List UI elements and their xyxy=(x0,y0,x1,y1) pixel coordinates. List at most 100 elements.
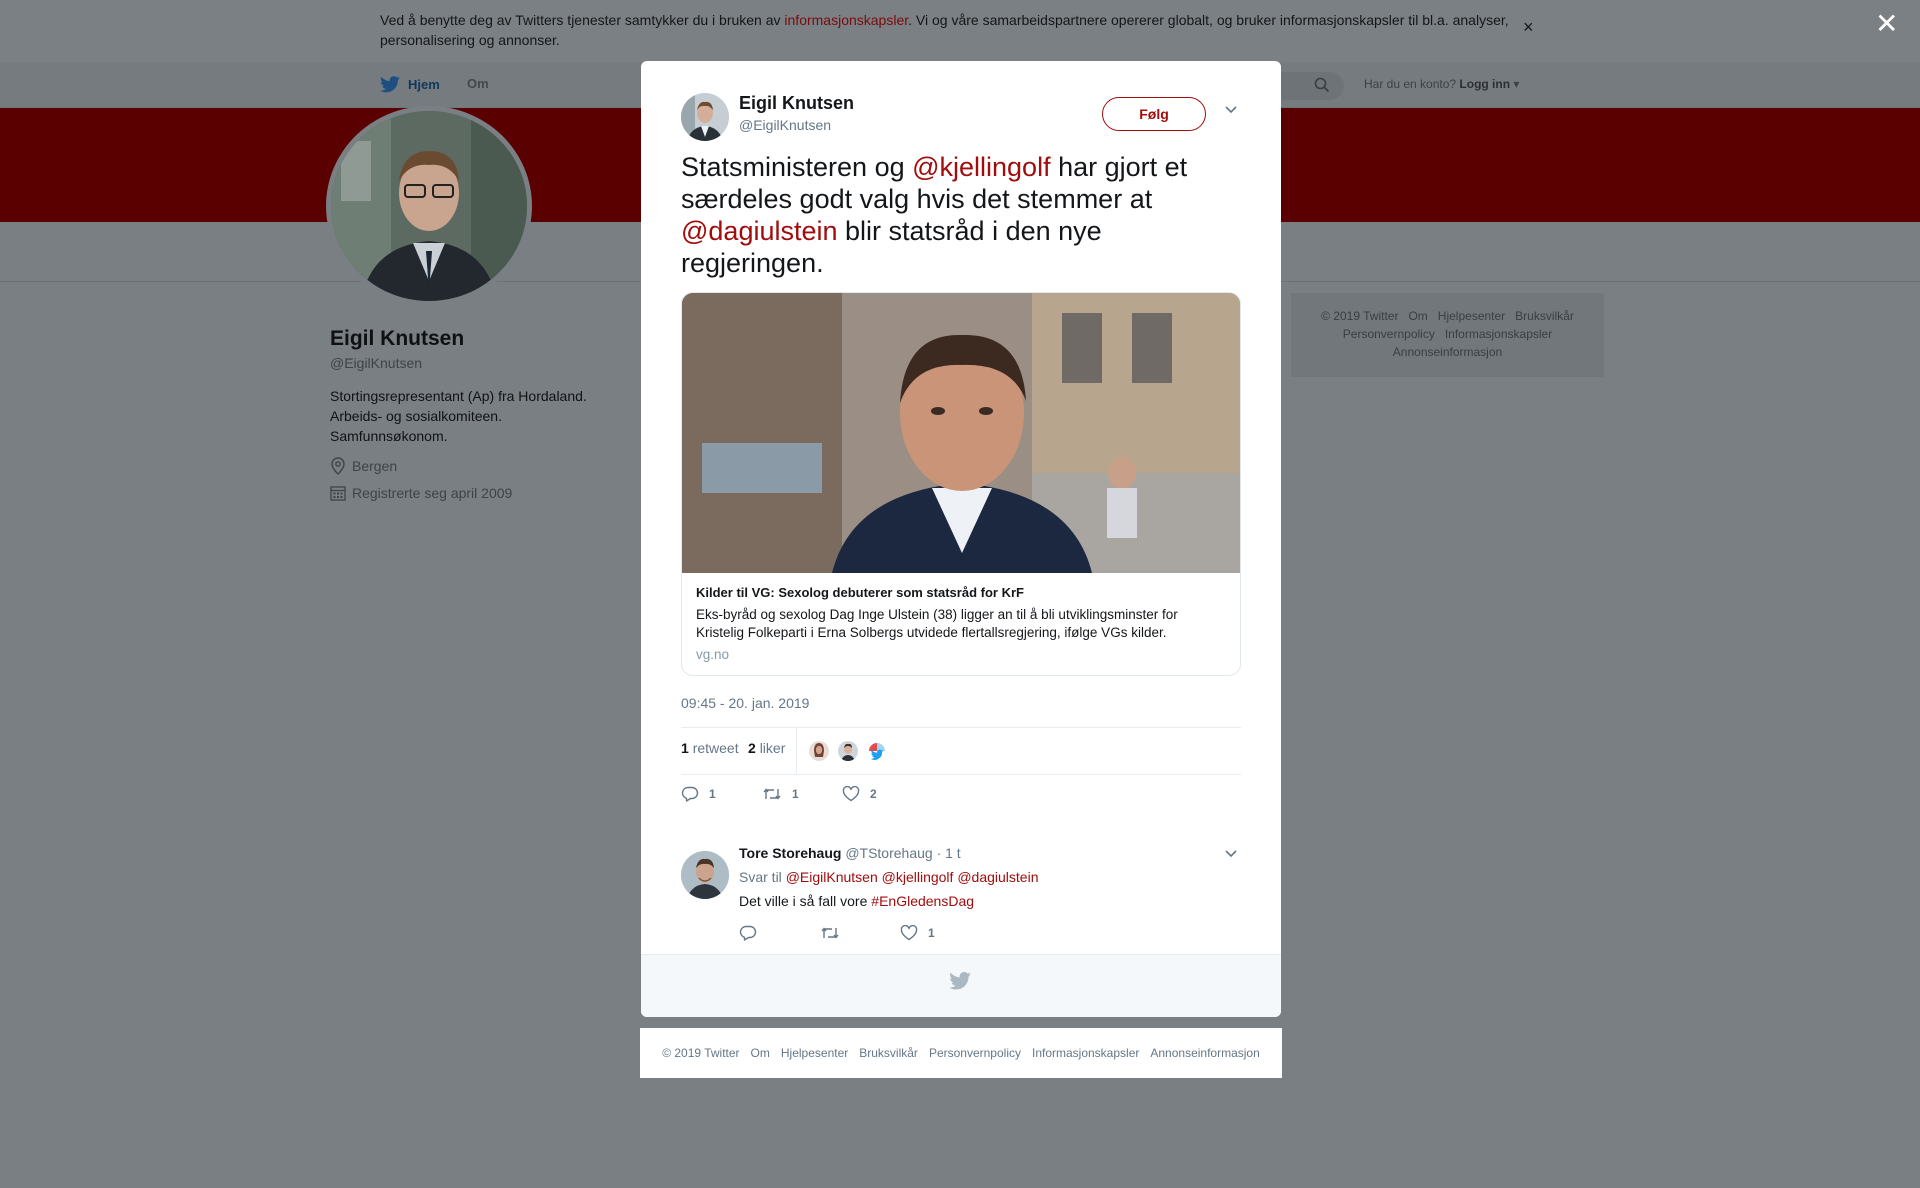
divider xyxy=(681,727,1241,728)
retweet-count: 1 xyxy=(792,787,799,801)
hashtag-link[interactable]: #EnGledensDag xyxy=(871,893,974,909)
mention-link[interactable]: @dagiulstein xyxy=(957,869,1038,885)
profile-bio: Stortingsrepresentant (Ap) fra Hordaland… xyxy=(330,386,610,446)
cookie-link[interactable]: informasjonskapsler xyxy=(784,12,908,28)
reply-button[interactable]: 1 xyxy=(681,786,716,802)
likes-stats[interactable]: 2 liker xyxy=(748,740,785,756)
like-button[interactable]: 2 xyxy=(842,786,877,802)
author-name[interactable]: Eigil Knutsen xyxy=(739,93,854,114)
profile-location: Bergen xyxy=(330,457,397,475)
retweet-button[interactable]: 1 xyxy=(762,786,799,802)
reply-reply-button[interactable] xyxy=(739,925,757,941)
twitter-bird-icon xyxy=(380,76,400,93)
reply-text-body: Det ville i så fall vore xyxy=(739,893,872,909)
mention-link[interactable]: @dagiulstein xyxy=(681,216,838,246)
footer-link[interactable]: Personvernpolicy xyxy=(1343,327,1435,341)
author-avatar-image xyxy=(681,93,729,141)
bio-line: Stortingsrepresentant (Ap) fra Hordaland… xyxy=(330,388,587,404)
reply-icon xyxy=(739,925,757,941)
divider xyxy=(681,774,1241,775)
retweet-icon xyxy=(763,788,781,800)
profile-handle[interactable]: @EigilKnutsen xyxy=(330,355,422,371)
calendar-icon xyxy=(330,486,346,501)
joined-text: Registrerte seg april 2009 xyxy=(352,485,513,501)
footer-link[interactable]: Annonseinformasjon xyxy=(1150,1046,1259,1060)
card-description: Eks-byråd og sexolog Dag Inge Ulstein (3… xyxy=(696,607,1178,640)
profile-name[interactable]: Eigil Knutsen xyxy=(330,327,464,351)
reply-text: Det ville i så fall vore #EnGledensDag xyxy=(739,893,974,909)
search-input[interactable] xyxy=(1270,72,1344,100)
footer-link[interactable]: © 2019 Twitter xyxy=(662,1046,739,1060)
mention-link[interactable]: @kjellingolf xyxy=(912,152,1050,182)
like-count: 2 xyxy=(870,787,877,801)
liker-avatar[interactable] xyxy=(836,739,860,763)
login-area[interactable]: Har du en konto? Logg inn ▾ xyxy=(1364,77,1519,91)
chevron-down-icon: ▾ xyxy=(1513,77,1520,91)
cookie-close-button[interactable]: × xyxy=(1523,17,1534,38)
footer-link[interactable]: Informasjonskapsler xyxy=(1032,1046,1139,1060)
retweet-icon xyxy=(821,927,839,939)
footer-link[interactable]: Personvernpolicy xyxy=(929,1046,1021,1060)
author-handle[interactable]: @EigilKnutsen xyxy=(739,117,831,133)
twitter-bird-icon xyxy=(949,972,971,990)
profile-joined: Registrerte seg april 2009 xyxy=(330,485,512,501)
footer-link[interactable]: Hjelpesenter xyxy=(1438,309,1505,323)
login-link[interactable]: Logg inn xyxy=(1459,77,1510,91)
location-text: Bergen xyxy=(352,458,398,474)
card-title: Kilder til VG: Sexolog debuterer som sta… xyxy=(696,585,1024,600)
reply-like-button[interactable]: 1 xyxy=(900,925,935,941)
reply-author-avatar[interactable] xyxy=(681,851,729,899)
tweet-modal: Eigil Knutsen @EigilKnutsen Følg Statsmi… xyxy=(641,61,1281,1017)
cookie-banner-text: Ved å benytte deg av Twitters tjenester … xyxy=(380,10,1520,50)
heart-icon xyxy=(900,925,918,941)
chevron-down-icon[interactable] xyxy=(1224,849,1238,859)
footer-link[interactable]: Annonseinformasjon xyxy=(1393,345,1502,359)
reply-author-name[interactable]: Tore Storehaug xyxy=(739,845,841,861)
reply-to-prefix: Svar til xyxy=(739,869,786,885)
tweet-text-segment: Statsministeren og xyxy=(681,152,913,182)
liker-avatar[interactable] xyxy=(807,739,831,763)
liker-avatar[interactable] xyxy=(865,739,889,763)
reply-time[interactable]: · 1 t xyxy=(937,845,961,861)
side-footer: © 2019 Twitter Om Hjelpesenter Bruksvilkår … xyxy=(1291,293,1604,377)
link-card[interactable]: Kilder til VG: Sexolog debuterer som sta… xyxy=(681,292,1241,676)
reply-retweet-button[interactable] xyxy=(820,925,840,941)
footer-link[interactable]: Bruksvilkår xyxy=(859,1046,918,1060)
mention-link[interactable]: @EigilKnutsen xyxy=(786,869,878,885)
reply-like-count: 1 xyxy=(928,926,935,940)
reply-header: Tore Storehaug @TStorehaug · 1 t xyxy=(739,845,961,861)
heart-icon xyxy=(842,786,860,802)
profile-avatar-image xyxy=(331,111,527,301)
author-avatar[interactable] xyxy=(681,93,729,141)
mention-link[interactable]: @kjellingolf xyxy=(882,869,954,885)
follow-button[interactable]: Følg xyxy=(1102,97,1206,131)
nav-home-link[interactable]: Hjem xyxy=(380,76,440,93)
footer-link[interactable]: Om xyxy=(1408,309,1427,323)
card-image xyxy=(682,293,1240,573)
chevron-down-icon[interactable] xyxy=(1224,105,1238,115)
footer-link[interactable]: Om xyxy=(751,1046,770,1060)
footer-link[interactable]: Informasjonskapsler xyxy=(1445,327,1552,341)
reply-count: 1 xyxy=(709,787,716,801)
close-icon[interactable]: ✕ xyxy=(1875,10,1898,38)
footer-link[interactable]: © 2019 Twitter xyxy=(1321,309,1398,323)
profile-avatar[interactable] xyxy=(326,106,532,306)
bio-line: Arbeids- og sosialkomiteen. xyxy=(330,408,502,424)
footer-link[interactable]: Hjelpesenter xyxy=(781,1046,848,1060)
reply-author-handle[interactable]: @TStorehaug xyxy=(845,845,932,861)
reply-avatar-image xyxy=(681,851,729,899)
nav-home-label: Hjem xyxy=(408,77,440,92)
bio-line: Samfunnsøkonom. xyxy=(330,428,448,444)
modal-bottom-footer: © 2019 Twitter Om Hjelpesenter Bruksvilk… xyxy=(640,1028,1282,1078)
reply-to-line: Svar til @EigilKnutsen @kjellingolf @dag… xyxy=(739,869,1038,885)
retweets-label: retweet xyxy=(692,740,739,756)
tweet-text: Statsministeren og @kjellingolf har gjor… xyxy=(681,151,1221,279)
footer-link[interactable]: Bruksvilkår xyxy=(1515,309,1574,323)
account-prompt: Har du en konto? xyxy=(1364,77,1457,91)
reply-icon xyxy=(681,786,699,802)
search-icon[interactable] xyxy=(1314,77,1330,93)
location-pin-icon xyxy=(331,457,345,475)
nav-about-link[interactable]: Om xyxy=(467,76,489,91)
retweet-stats[interactable]: 1 retweet xyxy=(681,740,739,756)
tweet-timestamp[interactable]: 09:45 - 20. jan. 2019 xyxy=(681,695,809,711)
